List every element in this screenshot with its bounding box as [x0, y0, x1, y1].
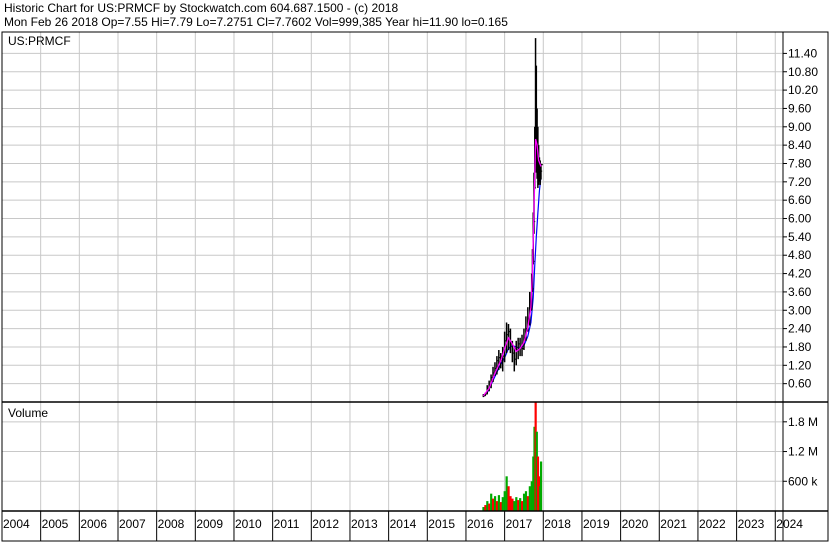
volume-bar [493, 496, 497, 511]
price-tick-label: 10.20 [788, 83, 818, 97]
price-tick-label: 8.40 [788, 138, 812, 152]
x-tick-label: 2010 [235, 517, 262, 531]
volume-bar [539, 461, 543, 511]
price-panel-title: US:PRMCF [8, 34, 71, 48]
stock-chart: 0.60 1.20 1.80 2.40 3.00 3.60 4.20 4.80 5.40 6.00… [1, 31, 829, 542]
volume-bar [515, 497, 518, 511]
x-tick-label: 2007 [119, 517, 146, 531]
volume-tick-label: 1.8 M [788, 415, 818, 429]
volume-bar [484, 505, 487, 511]
x-tick-label: 2014 [390, 517, 417, 531]
x-tick-label: 2024 [776, 517, 803, 531]
volume-bar [524, 491, 528, 511]
volume-bar [501, 497, 504, 511]
x-tick-label: 2020 [622, 517, 649, 531]
volume-bar [497, 495, 501, 511]
volume-bar [526, 496, 530, 511]
price-tick-label: 4.20 [788, 267, 812, 281]
volume-panel-title: Volume [8, 406, 48, 420]
volume-bar [513, 501, 516, 511]
price-tick-label: 7.20 [788, 175, 812, 189]
volume-bar [519, 498, 522, 511]
price-tick-label: 6.00 [788, 212, 812, 226]
price-tick-label: 7.80 [788, 156, 812, 170]
x-tick-label: 2005 [42, 517, 69, 531]
x-tick-label: 2011 [274, 517, 300, 531]
x-tick-label: 2008 [158, 517, 185, 531]
volume-bar [511, 498, 514, 511]
volume-bar [490, 493, 493, 511]
x-tick-label: 2009 [196, 517, 223, 531]
x-tick-label: 2021 [660, 517, 687, 531]
volume-bar [509, 496, 512, 511]
volume-bar [521, 501, 524, 511]
price-tick-label: 3.60 [788, 285, 812, 299]
x-tick-label: 2015 [428, 517, 455, 531]
price-tick-label: 11.40 [788, 46, 817, 60]
x-tick-label: 2004 [3, 517, 30, 531]
price-tick-label: 10.80 [788, 65, 818, 79]
volume-bar [499, 502, 502, 511]
volume-tick-label: 600 k [788, 474, 818, 488]
volume-bar [488, 503, 491, 511]
volume-bar [522, 493, 526, 511]
x-tick-label: 2013 [351, 517, 378, 531]
price-panel: 0.60 1.20 1.80 2.40 3.00 3.60 4.20 4.80 5.40 6.00… [1, 32, 818, 402]
x-tick-label: 2023 [738, 517, 765, 531]
x-tick-label: 2016 [467, 517, 494, 531]
price-tick-label: 9.60 [788, 101, 812, 115]
volume-tick-label: 1.2 M [788, 445, 818, 459]
volume-bar [492, 498, 495, 511]
x-tick-label: 2019 [583, 517, 610, 531]
volume-bar [507, 486, 510, 511]
price-tick-label: 9.00 [788, 120, 812, 134]
x-tick-label: 2022 [699, 517, 726, 531]
price-tick-label: 1.80 [788, 340, 812, 354]
volume-bar [503, 491, 506, 511]
price-tick-label: 2.40 [788, 322, 812, 336]
volume-bar [495, 501, 499, 511]
x-tick-label: 2006 [80, 517, 107, 531]
price-tick-label: 5.40 [788, 230, 812, 244]
x-tick-label: 2012 [312, 517, 339, 531]
price-tick-label: 3.00 [788, 303, 812, 317]
volume-bar [517, 500, 520, 511]
x-tick-label: 2018 [544, 517, 571, 531]
volume-bar [505, 476, 508, 511]
price-tick-label: 1.20 [788, 358, 812, 372]
volume-bar [486, 501, 489, 511]
volume-bar [528, 486, 531, 511]
x-tick-label: 2017 [506, 517, 533, 531]
price-tick-label: 6.60 [788, 193, 812, 207]
volume-panel: 600 k 1.2 M 1.8 M Volume [1, 402, 818, 511]
price-tick-label: 0.60 [788, 377, 812, 391]
price-tick-label: 4.80 [788, 248, 812, 262]
